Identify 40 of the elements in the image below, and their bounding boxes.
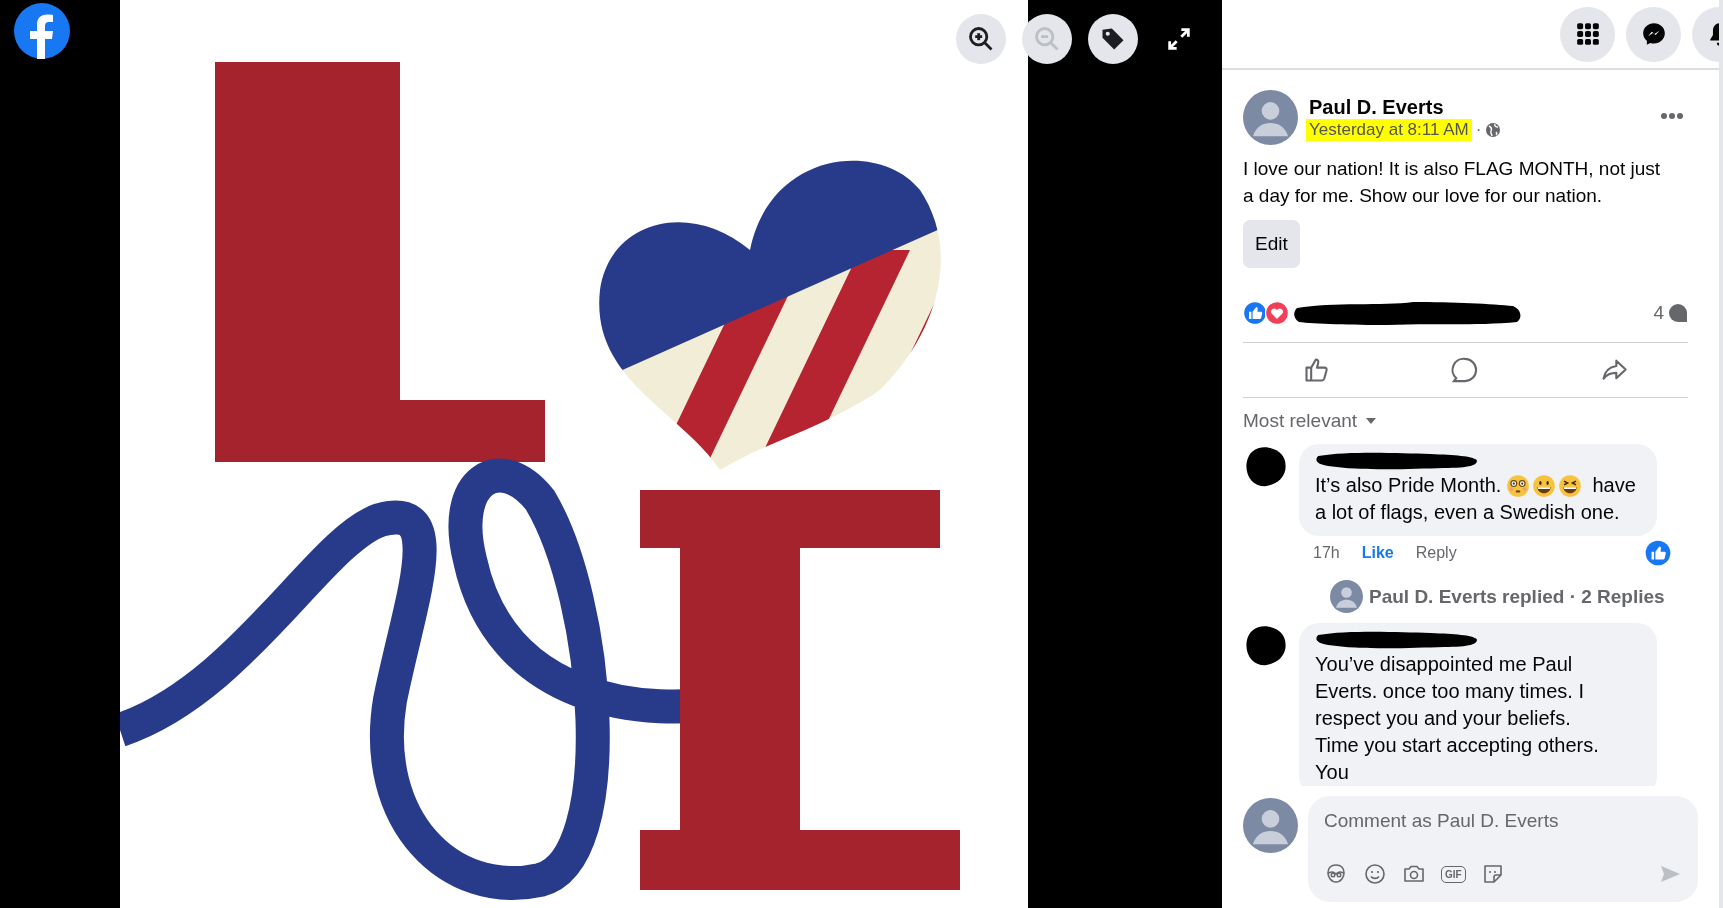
globe-icon [1485,121,1502,138]
like-reaction-icon [1645,540,1671,566]
avatar[interactable] [1243,798,1298,853]
separator: · [1475,119,1482,140]
comment-text: a lot of flags, even a Swedish one. [1315,500,1620,525]
comment-icon[interactable] [1451,356,1480,384]
replies-link[interactable]: Paul D. Everts replied · 2 Replies [1369,585,1665,608]
expand-icon [1165,25,1193,53]
love-reaction-icon [1265,301,1289,325]
zoom-in-icon [967,25,995,53]
caret-icon [1365,417,1378,425]
reply-avatar [1330,580,1363,613]
comment-text: It’s also Pride Month. [1315,473,1502,498]
messenger-icon [1640,21,1667,47]
grinning-face-icon [1532,473,1557,498]
comment-text: have [1592,473,1636,498]
comment-count[interactable]: 4 [1653,302,1664,324]
like-link[interactable]: Like [1361,544,1394,562]
gif-button[interactable]: GIF [1441,865,1466,883]
post-time[interactable]: Yesterday at 8:11 AM [1306,118,1472,141]
comment-bubble-icon [1668,303,1688,323]
avatar-sticker-icon[interactable] [1324,862,1348,886]
comment-field[interactable]: Comment as Paul D. Everts GIF [1308,796,1698,902]
like-reaction-icon [1243,301,1267,325]
facebook-logo-icon[interactable] [14,3,70,59]
comment-time[interactable]: 17h [1313,544,1340,562]
zoom-out-icon [1033,25,1061,53]
sort-dropdown[interactable]: Most relevant [1243,410,1378,432]
emoji-icon[interactable] [1363,862,1387,886]
laughing-face-icon [1558,473,1583,498]
tag-button[interactable] [1088,14,1138,64]
grid-icon [1574,21,1601,47]
flushed-face-icon [1506,473,1531,498]
more-options-icon[interactable] [1660,111,1684,120]
post-text: I love our nation! It is also FLAG MONTH, not just a day for me. Show our love for our nation. [1243,157,1662,208]
comment-text: You’ve disappointed me Paul Everts. once too many times. I respect you and your beliefs. Time you start accepting others. You [1315,652,1600,785]
author-name[interactable]: Paul D. Everts [1309,94,1649,119]
reply-link[interactable]: Reply [1415,544,1457,562]
avatar[interactable] [1243,90,1298,145]
edit-button[interactable]: Edit [1243,220,1300,268]
